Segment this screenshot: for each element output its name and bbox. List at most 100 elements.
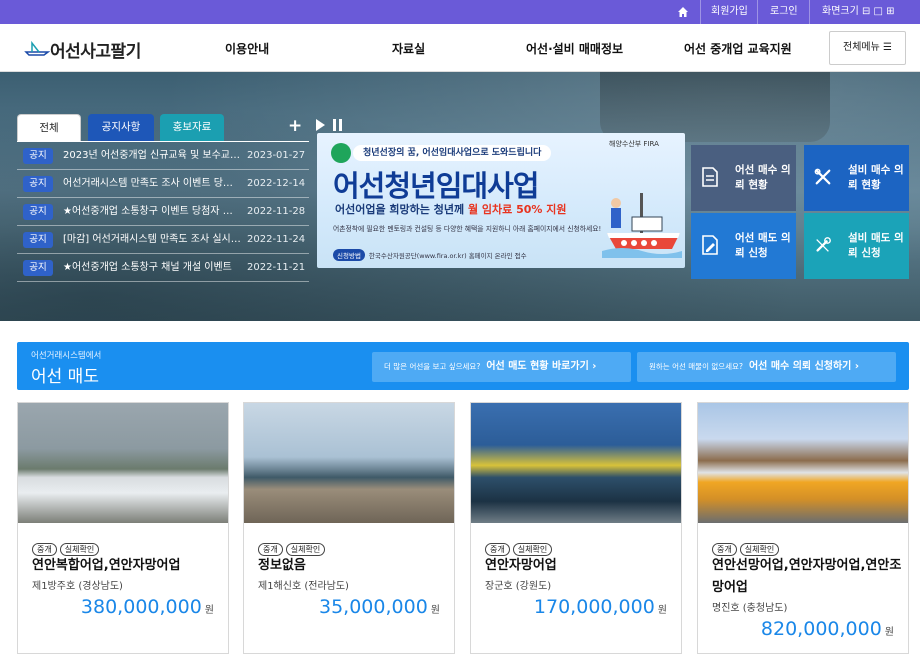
listing-photo [698,403,908,523]
quick-label: 설비 매도 의뢰 신청 [848,232,904,259]
fisherman-ship-illustration-icon [602,193,682,258]
more-notice-button[interactable]: + [288,116,302,136]
home-icon[interactable] [672,0,694,24]
price-value: 170,000,000 [533,596,655,618]
quick-label: 어선 매수 의뢰 현황 [735,164,791,191]
equipment-sell-apply-button[interactable]: 설비 매도 의뢰 신청 [804,213,909,279]
listing-vessel-name: 제1해신호 (전라남도) [258,581,349,592]
tab-notice[interactable]: 공지사항 [88,114,154,141]
link-label: 어선 매도 현황 바로가기 › [486,361,597,372]
listing-card[interactable]: 중개 실체확인 연안자망어업 장군호 (강원도) 170,000,000 원 [470,402,682,654]
pause-icon[interactable] [333,119,342,131]
banner-logos: 해양수산부 FIRA [609,140,659,148]
listing-price: 820,000,000 원 [761,618,894,640]
listing-vessel-name: 명진호 (충청남도) [712,603,788,614]
tab-promo[interactable]: 홍보자료 [160,114,224,141]
play-icon[interactable] [316,119,325,131]
tools-icon [814,168,831,185]
price-unit: 원 [657,605,667,616]
nav-archive[interactable]: 자료실 [392,40,425,57]
listing-photo [471,403,681,523]
listing-title: 연안복합어업,연안자망어업 [32,558,181,573]
listing-title: 정보없음 [258,558,306,573]
listing-price: 170,000,000 원 [534,596,667,618]
login-link[interactable]: 로그인 [770,0,798,24]
notice-badge: 공지 [23,148,53,164]
divider [809,0,810,24]
listing-card[interactable]: 중개 실체확인 연안선망어업,연안자망어업,연안조망어업 명진호 (충청남도) 8… [697,402,909,654]
notice-row[interactable]: 공지 ★어선중개업 소통창구 채널 개설 이벤트 2022-11-21 [17,254,309,282]
link-label: 어선 매수 의뢰 신청하기 › [748,361,859,372]
notice-badge: 공지 [23,176,53,192]
listing-price: 380,000,000 원 [81,596,214,618]
notice-title[interactable]: ★어선중개업 소통창구 이벤트 당첨자 발표 [63,204,241,220]
tab-all[interactable]: 전체 [17,114,81,141]
listing-vessel-name: 장군호 (강원도) [485,581,552,592]
edit-document-icon [702,235,718,255]
notice-title[interactable]: ★어선중개업 소통창구 채널 개설 이벤트 [63,260,241,276]
notice-title[interactable]: 어선거래시스템 만족도 조사 이벤트 당첨자 발표 [63,176,241,192]
nav-education[interactable]: 어선 중개업 교육지원 [684,40,792,57]
all-menu-button[interactable]: 전체메뉴 ☰ [829,31,906,65]
listing-tags: 중개 실체확인 [32,537,102,556]
notice-date: 2022-11-28 [247,206,306,217]
notice-row[interactable]: 공지 ★어선중개업 소통창구 이벤트 당첨자 발표 2022-11-28 [17,198,309,226]
notice-date: 2023-01-27 [247,150,306,161]
notice-row[interactable]: 공지 어선거래시스템 만족도 조사 이벤트 당첨자 발표 2022-12-14 [17,170,309,198]
listing-title: 연안선망어업,연안자망어업,연안조망어업 [712,558,902,595]
quick-label: 설비 매수 의뢰 현황 [848,164,904,191]
divider [757,0,758,24]
buy-request-link[interactable]: 원하는 어선 매물이 없으세요? 어선 매수 의뢰 신청하기 › [637,352,896,382]
notice-row[interactable]: 공지 [마감] 어선거래시스템 만족도 조사 실시 안내 2022-11-24 [17,226,309,254]
sale-status-link[interactable]: 더 많은 어선을 보고 싶으세요? 어선 매도 현황 바로가기 › [372,352,631,382]
notice-title[interactable]: 2023년 어선중개업 신규교육 및 보수교육 안내 [63,148,241,164]
hero-section: 전체 공지사항 홍보자료 + 공지 2023년 어선중개업 신규교육 및 보수교… [0,72,920,321]
nav-trade-info[interactable]: 어선·설비 매매정보 [526,40,623,57]
banner-line-text: 어선어업을 희망하는 청년께 [335,203,468,216]
notice-title[interactable]: [마감] 어선거래시스템 만족도 조사 실시 안내 [63,232,241,248]
listing-tags: 중개 실체확인 [712,537,782,556]
banner-line-highlight: 월 임차료 50% 지원 [467,203,567,216]
notice-badge: 공지 [23,260,53,276]
listing-photo [18,403,228,523]
divider [700,0,701,24]
banner-emblem-icon [331,143,351,163]
sale-section-header: 어선거래시스템에서 어선 매도 더 많은 어선을 보고 싶으세요? 어선 매도 현… [17,342,909,390]
zoom-control[interactable]: 화면크기 ⊟ □ ⊞ [822,0,895,24]
logo-text: 어선사고팔기 [50,42,141,62]
banner-subtitle: 청년선장의 꿈, 어선임대사업으로 도와드립니다 [353,145,552,161]
link-hint: 더 많은 어선을 보고 싶으세요? [384,362,481,371]
site-header: 어선사고팔기 이용안내 자료실 어선·설비 매매정보 어선 중개업 교육지원 전… [0,24,920,72]
buy-request-status-button[interactable]: 어선 매수 의뢰 현황 [691,145,796,211]
listing-photo [244,403,454,523]
sale-title: 어선 매도 [31,367,99,387]
price-value: 380,000,000 [80,596,202,618]
document-icon [702,167,718,187]
sale-subtitle: 어선거래시스템에서 [31,351,102,361]
banner-description: 어촌정착에 필요한 멘토링과 컨설팅 등 다양한 혜택을 지원하니 아래 홈페이… [333,225,602,233]
notice-badge: 공지 [23,204,53,220]
sell-request-apply-button[interactable]: 어선 매도 의뢰 신청 [691,213,796,279]
listing-tags: 중개 실체확인 [258,537,328,556]
nav-guide[interactable]: 이용안내 [225,40,269,57]
ship-logo-icon [24,40,50,56]
equipment-buy-status-button[interactable]: 설비 매수 의뢰 현황 [804,145,909,211]
price-unit: 원 [884,627,894,638]
price-value: 35,000,000 [319,596,428,618]
notice-date: 2022-12-14 [247,178,306,189]
listing-title: 연안자망어업 [485,558,557,573]
price-value: 820,000,000 [760,618,882,640]
promo-banner[interactable]: 청년선장의 꿈, 어선임대사업으로 도와드립니다 해양수산부 FIRA 어선청년… [317,133,685,268]
banner-title: 어선청년임대사업 [333,169,539,203]
price-unit: 원 [430,605,440,616]
banner-highlight-line: 어선어업을 희망하는 청년께 월 임차료 50% 지원 [335,201,566,217]
listing-card[interactable]: 중개 실체확인 연안복합어업,연안자망어업 제1방주호 (경상남도) 380,00… [17,402,229,654]
listing-price: 35,000,000 원 [319,596,440,618]
listing-vessel-name: 제1방주호 (경상남도) [32,581,123,592]
notice-badge: 공지 [23,232,53,248]
hero-boat-image [600,72,830,142]
listing-card[interactable]: 중개 실체확인 정보없음 제1해신호 (전라남도) 35,000,000 원 [243,402,455,654]
join-link[interactable]: 회원가입 [711,0,748,24]
notice-row[interactable]: 공지 2023년 어선중개업 신규교육 및 보수교육 안내 2023-01-27 [17,142,309,170]
price-unit: 원 [204,605,214,616]
